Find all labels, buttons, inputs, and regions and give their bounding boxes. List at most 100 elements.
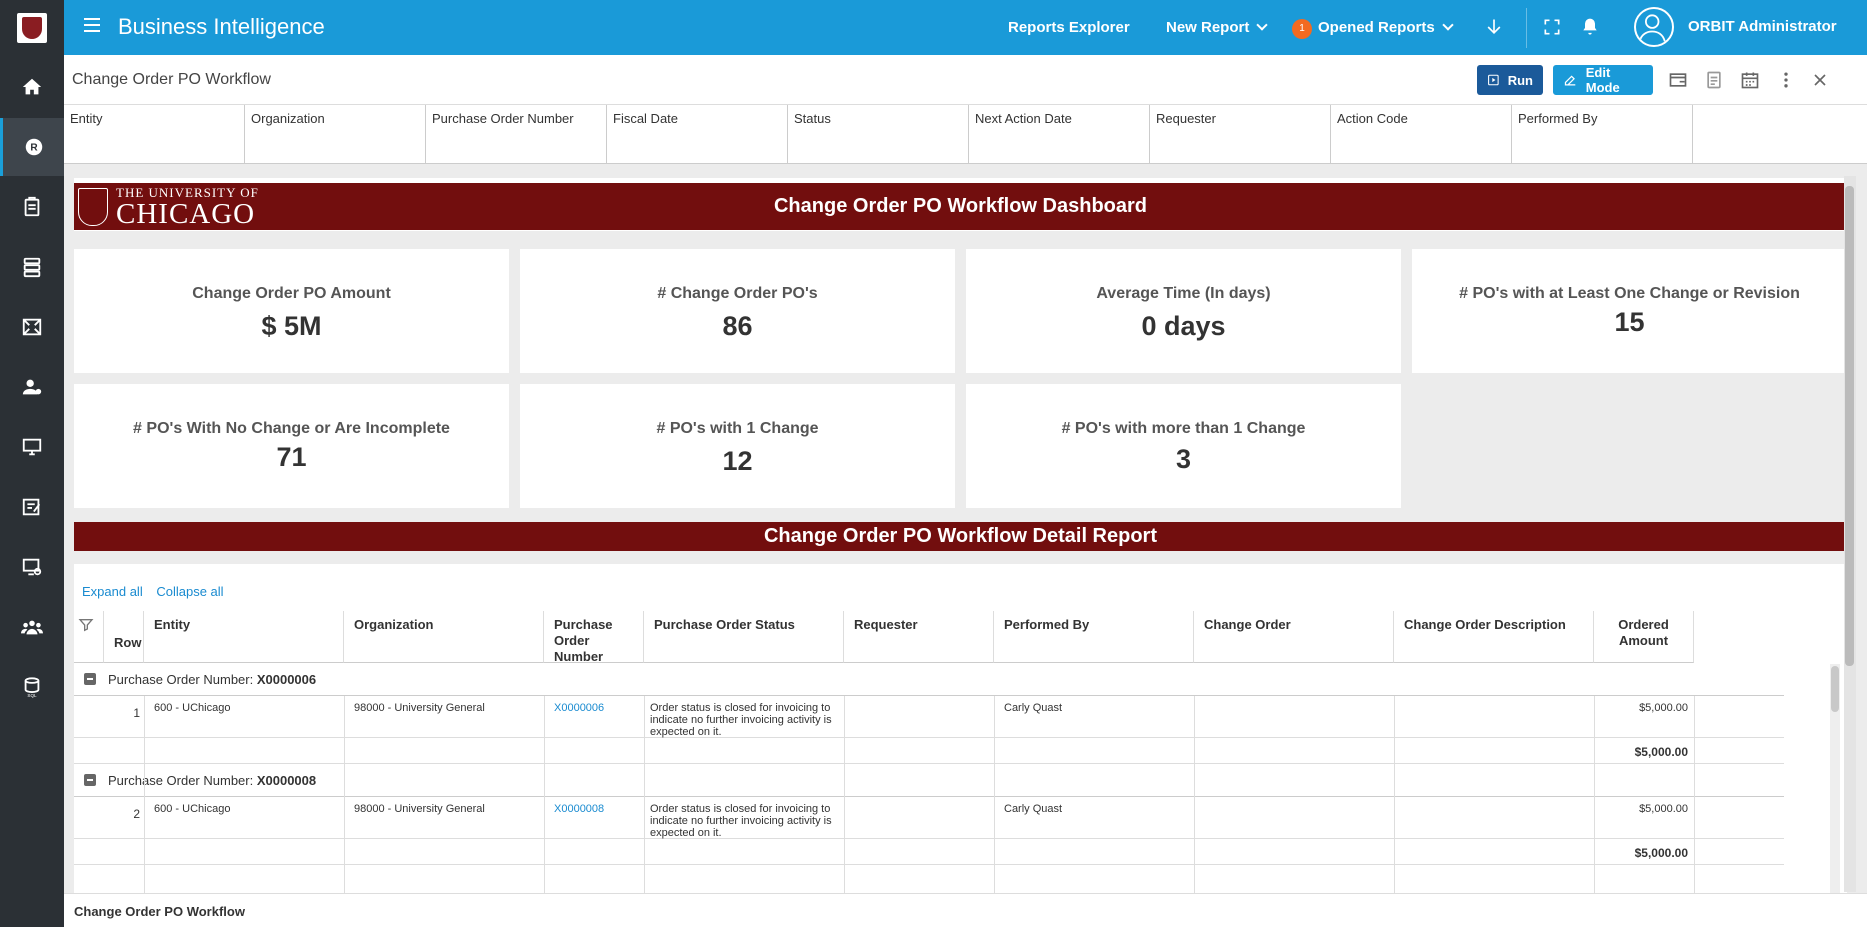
run-button[interactable]: Run (1477, 65, 1543, 95)
detail-grid-panel: Expand all Collapse all Row Entity Organ… (74, 564, 1847, 893)
collapse-icon[interactable] (84, 774, 96, 786)
kpi-value: $ 5M (261, 311, 322, 341)
filter-next-action-date[interactable]: Next Action Date (969, 105, 1150, 164)
filter-status[interactable]: Status (788, 105, 969, 164)
group-row[interactable]: Purchase Order Number: X0000008 (74, 764, 1784, 797)
edit-icon (1564, 75, 1576, 86)
filter-column-icon[interactable] (74, 611, 104, 663)
home-icon[interactable] (0, 58, 64, 116)
filter-po-number[interactable]: Purchase Order Number (426, 105, 607, 164)
filter-fiscal-date[interactable]: Fiscal Date (607, 105, 788, 164)
close-icon[interactable] (1810, 70, 1830, 90)
column-header-requester[interactable]: Requester (844, 611, 994, 663)
app-logo[interactable] (0, 0, 64, 55)
kpi-value: 15 (1614, 307, 1645, 337)
cell-po-status: Order status is closed for invoicing to … (650, 803, 832, 839)
column-header-change-desc[interactable]: Change Order Description (1394, 611, 1594, 663)
kpi-card: Change Order PO Amount $ 5M (74, 249, 509, 373)
column-header-entity[interactable]: Entity (144, 611, 344, 663)
user-settings-icon[interactable] (0, 358, 64, 416)
svg-text:R: R (30, 143, 38, 154)
kpi-label: # PO's with at Least One Change or Revis… (1459, 285, 1800, 302)
play-icon (1488, 74, 1499, 86)
column-header-row[interactable]: Row (104, 611, 144, 663)
more-vertical-icon[interactable] (1776, 70, 1796, 90)
page-scrollbar-thumb[interactable] (1845, 186, 1854, 666)
filter-action-code[interactable]: Action Code (1331, 105, 1512, 164)
kpi-label: Average Time (In days) (1096, 285, 1271, 302)
column-header-change-order[interactable]: Change Order (1194, 611, 1394, 663)
user-avatar-icon[interactable] (1634, 7, 1674, 47)
column-header-po-status[interactable]: Purchase Order Status (644, 611, 844, 663)
sql-icon[interactable]: SQL (0, 658, 64, 716)
filter-entity[interactable]: Entity (64, 105, 245, 164)
svg-text:SQL: SQL (27, 693, 37, 698)
chevron-down-icon (1442, 19, 1454, 31)
grid-scrollbar[interactable] (1830, 664, 1840, 893)
kpi-card: # PO's with at Least One Change or Revis… (1412, 249, 1847, 373)
hamburger-menu-icon[interactable] (84, 18, 100, 32)
column-header-performed-by[interactable]: Performed By (994, 611, 1194, 663)
kpi-value: 86 (722, 311, 753, 341)
report-header: Change Order PO Workflow Run Edit Mode (64, 55, 1867, 105)
filter-requester[interactable]: Requester (1150, 105, 1331, 164)
chevron-down-icon (1256, 19, 1269, 31)
opened-reports-menu[interactable]: Opened Reports (1318, 19, 1454, 36)
po-link[interactable]: X0000008 (554, 803, 604, 815)
document-icon[interactable] (1704, 70, 1724, 90)
column-header-po-number[interactable]: Purchase Order Number (544, 611, 644, 664)
new-report-menu[interactable]: New Report (1166, 19, 1269, 36)
fullscreen-icon[interactable] (1542, 17, 1562, 37)
kpi-value: 12 (722, 446, 753, 476)
opened-reports-label: Opened Reports (1318, 19, 1435, 36)
edit-list-icon[interactable] (0, 478, 64, 536)
kpi-value: 0 days (1141, 311, 1226, 341)
reports-icon[interactable]: R (0, 118, 64, 176)
group-po: X0000008 (256, 773, 317, 788)
bell-icon[interactable] (1580, 17, 1600, 37)
database-icon[interactable] (0, 238, 64, 296)
app-title: Business Intelligence (118, 14, 325, 39)
po-link[interactable]: X0000006 (554, 702, 604, 714)
column-header-ordered-amount[interactable]: Ordered Amount (1594, 611, 1694, 663)
kpi-card: # PO's with 1 Change 12 (520, 384, 955, 508)
kpi-value: 71 (276, 442, 307, 472)
download-arrow-icon[interactable] (1484, 17, 1504, 37)
kpi-label: # PO's with more than 1 Change (1061, 420, 1306, 437)
top-bar: Business Intelligence Reports Explorer N… (64, 0, 1867, 55)
filter-bar: Entity Organization Purchase Order Numbe… (64, 105, 1867, 164)
filter-organization[interactable]: Organization (245, 105, 426, 164)
page-scrollbar[interactable] (1844, 176, 1856, 892)
group-po: X0000006 (256, 672, 317, 687)
user-name[interactable]: ORBIT Administrator (1688, 18, 1837, 35)
cell-performed-by: Carly Quast (1004, 702, 1063, 714)
dashboard-icon[interactable] (0, 298, 64, 356)
column-header-organization[interactable]: Organization (344, 611, 544, 663)
collapse-icon[interactable] (84, 673, 96, 685)
collapse-all-link[interactable]: Collapse all (156, 584, 223, 599)
reports-explorer-link[interactable]: Reports Explorer (1008, 19, 1130, 36)
toolbar-divider (1526, 8, 1527, 48)
cell-row: 1 (133, 706, 140, 720)
opened-reports-badge: 1 (1292, 19, 1312, 39)
new-report-label: New Report (1166, 19, 1250, 36)
cell-po-status: Order status is closed for invoicing to … (650, 702, 832, 738)
dashboard-banner: THE UNIVERSITY OF CHICAGO Change Order P… (74, 178, 1847, 231)
calendar-icon[interactable] (1740, 70, 1760, 90)
kpi-label: # Change Order PO's (657, 285, 818, 302)
cell-ordered-amount: $5,000.00 (1639, 803, 1688, 815)
edit-mode-button[interactable]: Edit Mode (1553, 65, 1653, 95)
kpi-card: Average Time (In days) 0 days (966, 249, 1401, 373)
expand-all-link[interactable]: Expand all (82, 584, 143, 599)
screen-settings-icon[interactable] (0, 538, 64, 596)
window-icon[interactable] (1668, 70, 1688, 90)
users-icon[interactable] (0, 598, 64, 656)
cell-row: 2 (133, 807, 140, 821)
monitor-icon[interactable] (0, 418, 64, 476)
kpi-card: # Change Order PO's 86 (520, 249, 955, 373)
filter-performed-by[interactable]: Performed By (1512, 105, 1693, 164)
clipboard-icon[interactable] (0, 178, 64, 236)
group-row[interactable]: Purchase Order Number: X0000006 (74, 663, 1784, 696)
cell-performed-by: Carly Quast (1004, 803, 1063, 815)
cell-organization: 98000 - University General (354, 702, 485, 714)
